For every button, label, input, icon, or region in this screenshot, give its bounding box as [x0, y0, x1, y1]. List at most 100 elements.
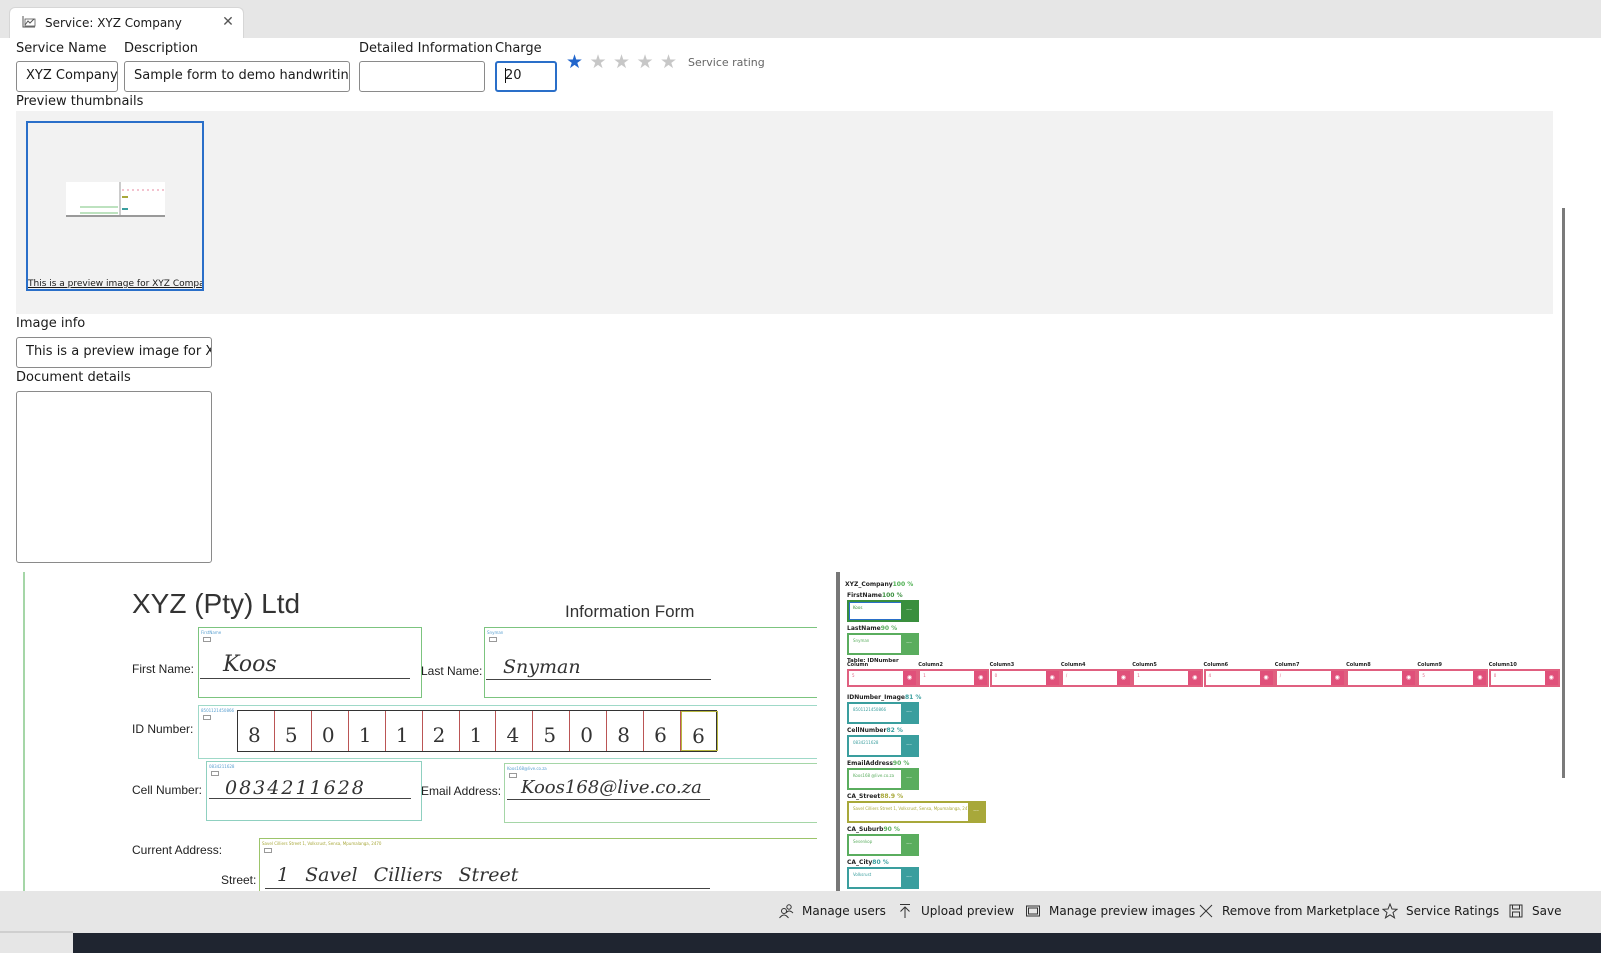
- region-tag: FirstName: [201, 630, 222, 635]
- rating-star-5[interactable]: ★: [660, 52, 677, 72]
- ocr-column-header: Column7: [1274, 662, 1300, 668]
- eye-icon[interactable]: ◉: [1544, 671, 1558, 685]
- hw-email: Koos168@live.co.za: [521, 777, 702, 798]
- close-icon[interactable]: ✕: [220, 13, 236, 31]
- manage-preview-images-button[interactable]: Manage preview images: [1024, 901, 1195, 921]
- more-options-icon[interactable]: ···: [901, 836, 917, 854]
- tab-strip: Service: XYZ Company ✕: [0, 0, 1601, 38]
- doc-current-address-label: Current Address:: [132, 843, 223, 857]
- upload-preview-label: Upload preview: [921, 904, 1015, 918]
- ocr-column-cell[interactable]: 4 ◉: [1203, 669, 1275, 687]
- more-options-icon[interactable]: ···: [901, 635, 917, 653]
- thumbnail-item[interactable]: This is a preview image for XYZ Company: [26, 121, 204, 291]
- ocr-column-value: 1: [923, 673, 926, 678]
- region-mini-icon: [203, 637, 211, 642]
- id-number-grid: 8501121450866: [237, 710, 718, 752]
- tab-title: Service: XYZ Company: [45, 16, 182, 30]
- ocr-field-title: EmailAddress90 %: [847, 760, 910, 767]
- eye-icon[interactable]: ◉: [903, 671, 916, 685]
- doc-id-number-label: ID Number:: [132, 722, 194, 736]
- command-bar: Manage users Upload preview Manage previ…: [0, 891, 1601, 931]
- ocr-field-lastname[interactable]: Snyman ···: [847, 633, 919, 655]
- id-digit: 2: [432, 723, 446, 747]
- ocr-column-cell[interactable]: 5 ◉: [1417, 669, 1489, 687]
- ocr-field-ca_city[interactable]: Volksrust ···: [847, 867, 919, 889]
- ocr-column-cell[interactable]: 5 ◉: [847, 669, 918, 687]
- eye-icon[interactable]: ◉: [1045, 671, 1059, 685]
- ocr-field-emailaddress[interactable]: Koos168 @live.co.za ···: [847, 768, 919, 790]
- vertical-scrollbar[interactable]: [1562, 208, 1565, 778]
- id-digit: 4: [506, 723, 520, 747]
- charge-input[interactable]: 20: [495, 61, 557, 92]
- images-icon: [1024, 902, 1042, 920]
- ocr-column-cell[interactable]: 0 ◉: [1488, 669, 1560, 687]
- id-digit: 1: [469, 723, 483, 747]
- image-info-label: Image info: [16, 316, 86, 331]
- ocr-column-cell[interactable]: ◉: [1346, 669, 1418, 687]
- ocr-column-cell[interactable]: 0 ◉: [989, 669, 1061, 687]
- ocr-column-value: 4: [1208, 673, 1212, 678]
- id-digit-cell: 0: [312, 711, 349, 751]
- eye-icon[interactable]: ◉: [1188, 671, 1202, 685]
- doc-cell-number-label: Cell Number:: [132, 783, 203, 797]
- id-digit-cell: 6: [644, 711, 682, 751]
- ocr-field-cellnumber[interactable]: 0834211628 ···: [847, 735, 919, 757]
- description-input[interactable]: Sample form to demo handwriting: [124, 61, 350, 92]
- remove-from-marketplace-label: Remove from Marketplace: [1222, 904, 1380, 918]
- hw-last-name: Snyman: [503, 656, 581, 678]
- ocr-column-cell[interactable]: 1 ◉: [918, 669, 990, 687]
- more-options-icon[interactable]: ···: [901, 737, 917, 755]
- image-info-input[interactable]: This is a preview image for XYZ Company: [16, 337, 212, 368]
- ocr-field-ca_suburb[interactable]: Sesenkop ···: [847, 834, 919, 856]
- id-digit: 8: [617, 723, 630, 747]
- ocr-field-ca_street[interactable]: Savel Cilliers Street 1, Volksrust, Sens…: [847, 801, 986, 823]
- document-details-label: Document details: [16, 370, 131, 385]
- eye-icon[interactable]: ◉: [1259, 671, 1273, 685]
- ocr-column-cell[interactable]: / ◉: [1060, 669, 1132, 687]
- eye-icon[interactable]: ◉: [974, 671, 988, 685]
- ocr-field-title: FirstName100 %: [847, 592, 903, 599]
- ocr-column-cell[interactable]: 1 ◉: [1132, 669, 1204, 687]
- doc-first-name-label: First Name:: [132, 662, 195, 676]
- ocr-column-value: 0: [994, 673, 998, 678]
- eye-icon[interactable]: ◉: [1116, 671, 1130, 685]
- doc-street-label: Street:: [221, 873, 257, 887]
- ocr-field-title: CA_City80 %: [847, 859, 889, 866]
- ocr-column-value: /: [1065, 673, 1068, 678]
- ocr-column-value: 0: [1493, 673, 1497, 678]
- manage-users-button[interactable]: Manage users: [777, 901, 886, 921]
- ocr-column-cell[interactable]: / ◉: [1274, 669, 1346, 687]
- ocr-column-value: 1: [1137, 673, 1140, 678]
- remove-from-marketplace-button[interactable]: Remove from Marketplace: [1197, 901, 1380, 921]
- upload-preview-button[interactable]: Upload preview: [896, 901, 1014, 921]
- manage-users-label: Manage users: [802, 904, 886, 918]
- id-digit: 6: [692, 724, 705, 748]
- service-name-input[interactable]: XYZ Company: [16, 61, 118, 92]
- tab-service[interactable]: Service: XYZ Company ✕: [9, 7, 244, 38]
- document-preview: XYZ (Pty) Ltd Information Form First Nam…: [23, 572, 817, 891]
- rating-star-4[interactable]: ★: [637, 52, 654, 72]
- charge-label: Charge: [495, 41, 542, 56]
- document-details-textarea[interactable]: [16, 391, 212, 563]
- ocr-column-value: /: [1279, 673, 1282, 678]
- ocr-field-idnumber_image[interactable]: 8501121450866 ···: [847, 702, 919, 724]
- eye-icon[interactable]: ◉: [1330, 671, 1344, 685]
- hw-cell-number: 0834211628: [225, 777, 366, 799]
- eye-icon[interactable]: ◉: [1402, 671, 1416, 685]
- id-digit: 8: [248, 723, 261, 747]
- more-options-icon[interactable]: ···: [901, 704, 917, 722]
- more-options-icon[interactable]: ···: [901, 602, 917, 620]
- ocr-field-firstname[interactable]: Koos ···: [847, 600, 919, 622]
- save-button[interactable]: Save: [1507, 901, 1561, 921]
- detailed-info-input[interactable]: [359, 61, 485, 92]
- rating-star-2[interactable]: ★: [590, 52, 607, 72]
- service-ratings-button[interactable]: Service Ratings: [1381, 901, 1499, 921]
- more-options-icon[interactable]: ···: [968, 803, 984, 821]
- more-options-icon[interactable]: ···: [901, 770, 917, 788]
- ocr-field-value: 0834211628: [853, 740, 879, 745]
- rating-star-3[interactable]: ★: [613, 52, 630, 72]
- eye-icon[interactable]: ◉: [1473, 671, 1487, 685]
- ocr-column-header: Column6: [1203, 662, 1229, 668]
- more-options-icon[interactable]: ···: [901, 869, 917, 887]
- rating-star-1[interactable]: ★: [566, 52, 583, 72]
